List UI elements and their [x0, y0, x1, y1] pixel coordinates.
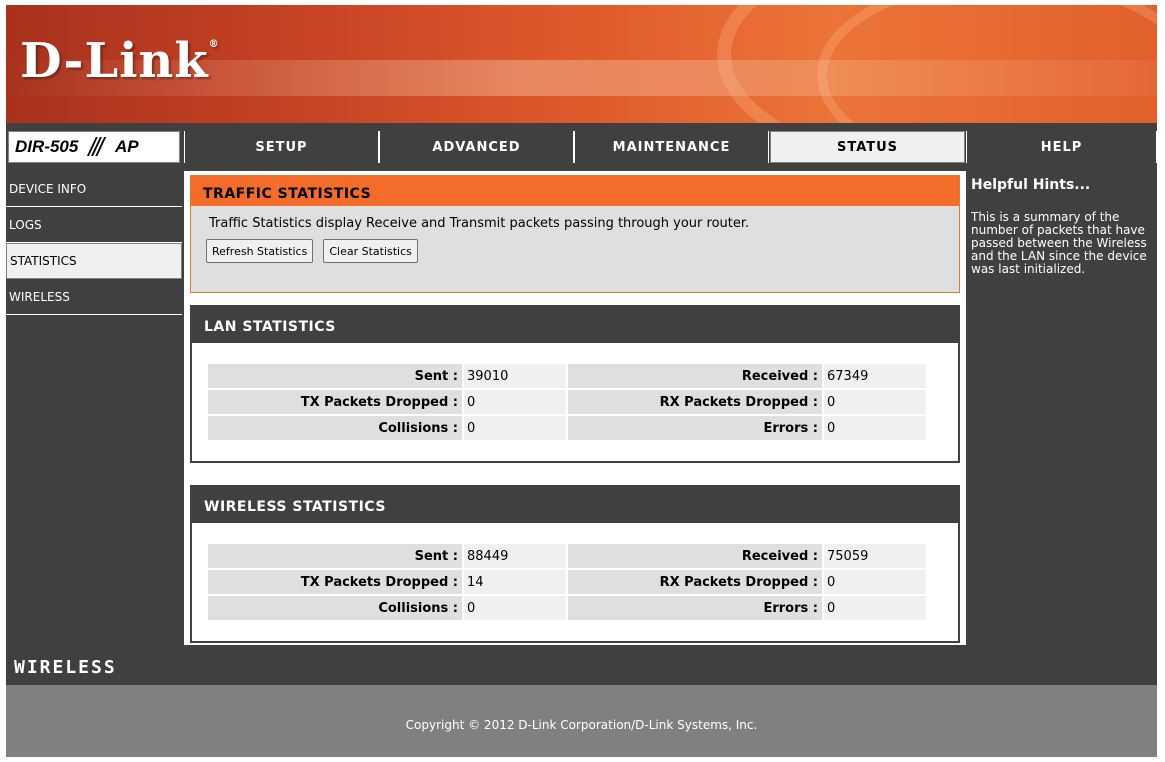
lan-errors-label: Errors :: [568, 416, 822, 440]
wireless-received-label: Received :: [568, 544, 822, 568]
wireless-tx-dropped-value: 14: [464, 570, 566, 594]
hints-title: Helpful Hints...: [971, 177, 1091, 193]
wireless-tx-dropped-label: TX Packets Dropped :: [208, 570, 462, 594]
wireless-statistics-panel: WIRELESS STATISTICS Sent : 88449 Receive…: [190, 485, 960, 643]
dlink-logo: D-Link®: [20, 33, 220, 89]
tab-maintenance[interactable]: MAINTENANCE: [574, 131, 769, 163]
tab-setup[interactable]: SETUP: [184, 131, 379, 163]
lan-statistics-title: LAN STATISTICS: [192, 307, 958, 343]
lan-received-label: Received :: [568, 364, 822, 388]
tab-help[interactable]: HELP: [966, 131, 1157, 163]
table-row: Sent : 39010 Received : 67349: [208, 364, 926, 388]
wireless-sent-value: 88449: [464, 544, 566, 568]
header-banner: D-Link®: [6, 5, 1157, 123]
traffic-statistics-description: Traffic Statistics display Receive and T…: [209, 216, 750, 231]
lan-statistics-table: Sent : 39010 Received : 67349 TX Packets…: [206, 362, 928, 442]
model-mode: AP: [114, 137, 139, 156]
wireless-statistics-table: Sent : 88449 Received : 75059 TX Packets…: [206, 542, 928, 622]
traffic-statistics-title: TRAFFIC STATISTICS: [191, 176, 959, 206]
wireless-collisions-value: 0: [464, 596, 566, 620]
router-admin-page: D-Link® DIR-505 /// AP SETUP ADVANCED MA…: [6, 5, 1157, 757]
lan-errors-value: 0: [824, 416, 926, 440]
wireless-statistics-title: WIRELESS STATISTICS: [192, 487, 958, 523]
lan-rx-dropped-label: RX Packets Dropped :: [568, 390, 822, 414]
wireless-rx-dropped-value: 0: [824, 570, 926, 594]
lan-received-value: 67349: [824, 364, 926, 388]
model-name: DIR-505: [15, 137, 79, 156]
clear-statistics-button[interactable]: Clear Statistics: [323, 239, 418, 263]
lan-tx-dropped-value: 0: [464, 390, 566, 414]
sidebar-item-wireless[interactable]: WIRELESS: [6, 279, 182, 315]
tab-advanced[interactable]: ADVANCED: [379, 131, 574, 163]
top-nav: DIR-505 /// AP SETUP ADVANCED MAINTENANC…: [6, 129, 1157, 165]
footer-band: WIRELESS: [6, 645, 1157, 685]
table-row: Sent : 88449 Received : 75059: [208, 544, 926, 568]
lan-sent-value: 39010: [464, 364, 566, 388]
traffic-statistics-panel: TRAFFIC STATISTICS Traffic Statistics di…: [190, 175, 960, 293]
wireless-errors-label: Errors :: [568, 596, 822, 620]
sidebar-item-logs[interactable]: LOGS: [6, 207, 182, 243]
helpful-hints: Helpful Hints... This is a summary of th…: [968, 171, 1157, 276]
lan-collisions-value: 0: [464, 416, 566, 440]
copyright-bar: Copyright © 2012 D-Link Corporation/D-Li…: [6, 685, 1157, 757]
refresh-statistics-button[interactable]: Refresh Statistics: [206, 239, 314, 263]
banner-decoration: [817, 5, 1157, 123]
lan-sent-label: Sent :: [208, 364, 462, 388]
sidebar-item-device-info[interactable]: DEVICE INFO: [6, 171, 182, 207]
wireless-collisions-label: Collisions :: [208, 596, 462, 620]
lan-tx-dropped-label: TX Packets Dropped :: [208, 390, 462, 414]
table-row: TX Packets Dropped : 0 RX Packets Droppe…: [208, 390, 926, 414]
wireless-errors-value: 0: [824, 596, 926, 620]
wireless-logo: WIRELESS: [14, 657, 117, 678]
table-row: TX Packets Dropped : 14 RX Packets Dropp…: [208, 570, 926, 594]
traffic-buttons: Refresh Statistics Clear Statistics: [191, 231, 959, 263]
lan-collisions-label: Collisions :: [208, 416, 462, 440]
table-row: Collisions : 0 Errors : 0: [208, 416, 926, 440]
model-badge: DIR-505 /// AP: [8, 131, 180, 163]
lan-statistics-panel: LAN STATISTICS Sent : 39010 Received : 6…: [190, 305, 960, 463]
model-separator: ///: [88, 131, 104, 162]
main-content: TRAFFIC STATISTICS Traffic Statistics di…: [184, 171, 966, 645]
lan-rx-dropped-value: 0: [824, 390, 926, 414]
registered-mark: ®: [208, 39, 220, 50]
tab-status[interactable]: STATUS: [770, 131, 965, 163]
sidebar-item-statistics[interactable]: STATISTICS: [6, 243, 182, 279]
sidebar: DEVICE INFO LOGS STATISTICS WIRELESS: [6, 171, 182, 315]
hints-text: This is a summary of the number of packe…: [971, 210, 1147, 276]
wireless-received-value: 75059: [824, 544, 926, 568]
table-row: Collisions : 0 Errors : 0: [208, 596, 926, 620]
wireless-rx-dropped-label: RX Packets Dropped :: [568, 570, 822, 594]
wireless-sent-label: Sent :: [208, 544, 462, 568]
logo-text: D-Link: [20, 33, 209, 89]
